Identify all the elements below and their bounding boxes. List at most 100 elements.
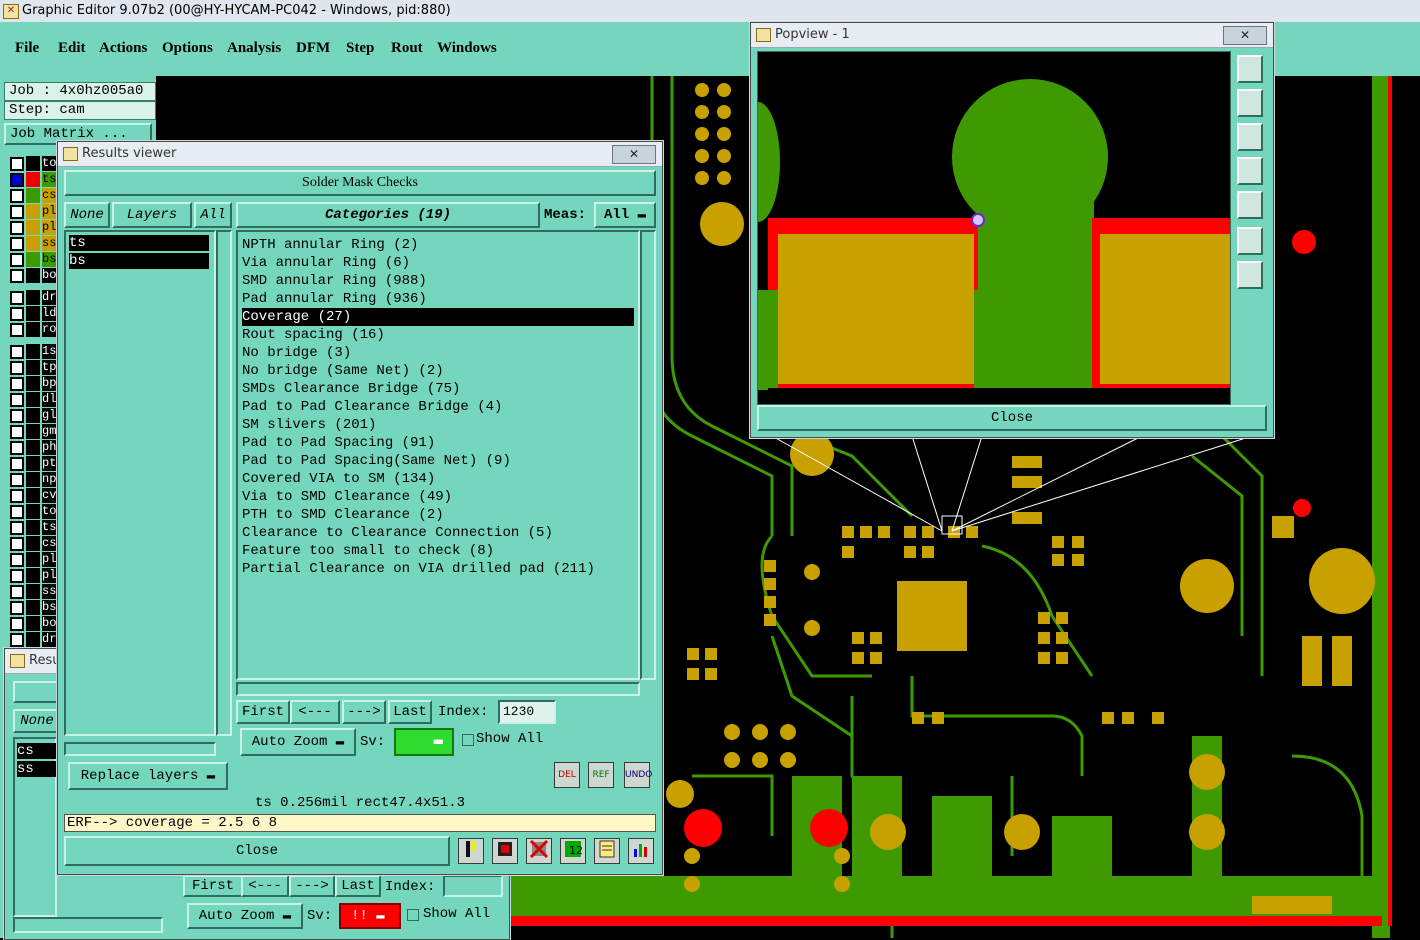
layer-row[interactable]: to [8, 504, 62, 519]
next-button[interactable]: ---> [342, 700, 386, 724]
popview-canvas[interactable] [757, 51, 1231, 405]
layer-checkbox[interactable] [10, 489, 24, 503]
layer-row[interactable]: bo [8, 268, 62, 283]
layer-row[interactable]: cv [8, 488, 62, 503]
rv2-index-input[interactable] [443, 875, 503, 897]
layer-row[interactable]: pl [8, 568, 62, 583]
category-item[interactable]: Feature too small to check (8) [242, 542, 634, 560]
index-input[interactable]: 1230 [498, 700, 556, 724]
ref-button[interactable]: REF [588, 762, 614, 788]
layer-list-hscrollbar[interactable] [64, 742, 216, 756]
layer-row[interactable]: to [8, 156, 62, 171]
pan-left-icon[interactable] [1237, 157, 1263, 185]
category-item[interactable]: Rout spacing (16) [242, 326, 634, 344]
layer-row[interactable]: cs [8, 536, 62, 551]
layer-row[interactable]: ld [8, 306, 62, 321]
layer-checkbox[interactable] [10, 409, 24, 423]
layer-row[interactable]: pl [8, 552, 62, 567]
menu-actions[interactable]: Actions [99, 40, 147, 57]
category-item[interactable]: Coverage (27) [242, 308, 634, 326]
layers-button[interactable]: Layers [112, 202, 192, 228]
replace-layers-select[interactable]: Replace layers ▬ [68, 762, 228, 790]
result-layer-bs[interactable]: bs [69, 253, 209, 269]
layer-row[interactable]: gl [8, 408, 62, 423]
category-item[interactable]: NPTH annular Ring (2) [242, 236, 634, 254]
layer-checkbox[interactable] [10, 521, 24, 535]
category-item[interactable]: No bridge (Same Net) (2) [242, 362, 634, 380]
menu-rout[interactable]: Rout [391, 40, 423, 57]
meas-select[interactable]: All ▬ [594, 202, 656, 228]
pan-right-icon[interactable] [1237, 191, 1263, 219]
layer-checkbox[interactable] [10, 237, 24, 251]
layer-checkbox[interactable] [10, 537, 24, 551]
layer-row[interactable]: ts [8, 172, 62, 187]
rv2-next-button[interactable]: ---> [289, 875, 335, 897]
menu-options[interactable]: Options [162, 40, 213, 57]
categories-button[interactable]: Categories (19) [236, 202, 540, 228]
rv2-layer-ss[interactable]: ss [17, 761, 57, 777]
layer-checkbox[interactable] [10, 473, 24, 487]
layer-row[interactable]: bp [8, 376, 62, 391]
layer-checkbox[interactable] [10, 253, 24, 267]
auto-zoom-select[interactable]: Auto Zoom ▬ [240, 728, 356, 756]
notes-icon[interactable] [594, 838, 620, 864]
result-layer-ts[interactable]: ts [69, 235, 209, 251]
layer-checkbox[interactable] [10, 569, 24, 583]
clear-icon[interactable] [526, 838, 552, 864]
rv2-layer-cs[interactable]: cs [17, 743, 57, 759]
layer-checkbox[interactable] [10, 157, 24, 171]
layer-row[interactable]: ss [8, 236, 62, 251]
layer-checkbox[interactable] [10, 205, 24, 219]
categories-hscrollbar[interactable] [236, 682, 640, 696]
layer-checkbox[interactable] [10, 307, 24, 321]
compare-icon[interactable]: 12 [560, 838, 586, 864]
histogram-icon[interactable] [628, 838, 654, 864]
category-item[interactable]: Clearance to Clearance Connection (5) [242, 524, 634, 542]
menu-step[interactable]: Step [346, 40, 374, 57]
layer-checkbox[interactable] [10, 221, 24, 235]
layer-checkbox[interactable] [10, 617, 24, 631]
last-button[interactable]: Last [388, 700, 432, 724]
layer-row[interactable]: dr [8, 632, 62, 647]
menu-analysis[interactable]: Analysis [227, 40, 281, 57]
layer-row[interactable]: bs [8, 600, 62, 615]
zoom-in-icon[interactable] [1237, 55, 1263, 83]
measure-icon[interactable] [458, 838, 484, 864]
rv2-prev-button[interactable]: <--- [241, 875, 289, 897]
sv-color-select[interactable]: ▬ [394, 728, 454, 756]
none-button[interactable]: None [64, 202, 110, 228]
menu-edit[interactable]: Edit [58, 40, 86, 57]
layer-row[interactable]: ts [8, 520, 62, 535]
rv2-sv-select[interactable]: !! ▬ [339, 903, 401, 929]
layer-checkbox[interactable] [10, 505, 24, 519]
layer-checkbox[interactable] [10, 189, 24, 203]
layer-row[interactable]: gm [8, 424, 62, 439]
zoom-home-icon[interactable] [1237, 261, 1263, 289]
layer-checkbox[interactable] [10, 393, 24, 407]
layer-row[interactable]: bo [8, 616, 62, 631]
pan-down-icon[interactable] [1237, 123, 1263, 151]
prev-button[interactable]: <--- [290, 700, 340, 724]
rv2-last-button[interactable]: Last [335, 875, 381, 897]
layer-checkbox[interactable] [10, 441, 24, 455]
del-button[interactable]: DEL [554, 762, 580, 788]
layer-row[interactable]: pl [8, 220, 62, 235]
category-item[interactable]: No bridge (3) [242, 344, 634, 362]
category-item[interactable]: SMDs Clearance Bridge (75) [242, 380, 634, 398]
layer-row[interactable]: 1s [8, 344, 62, 359]
layer-checkbox[interactable] [10, 457, 24, 471]
all-button[interactable]: All [194, 202, 232, 228]
layer-row[interactable]: np [8, 472, 62, 487]
category-item[interactable]: SMD annular Ring (988) [242, 272, 634, 290]
pan-up-icon[interactable] [1237, 89, 1263, 117]
show-all-checkbox[interactable] [462, 734, 474, 746]
category-item[interactable]: Via to SMD Clearance (49) [242, 488, 634, 506]
category-item[interactable]: Pad to Pad Spacing (91) [242, 434, 634, 452]
layer-checkbox[interactable] [10, 377, 24, 391]
category-item[interactable]: Covered VIA to SM (134) [242, 470, 634, 488]
category-item[interactable]: Via annular Ring (6) [242, 254, 634, 272]
category-item[interactable]: Pad annular Ring (936) [242, 290, 634, 308]
layer-checkbox[interactable] [10, 291, 24, 305]
close-button[interactable]: Close [64, 836, 450, 866]
layer-checkbox[interactable] [10, 585, 24, 599]
